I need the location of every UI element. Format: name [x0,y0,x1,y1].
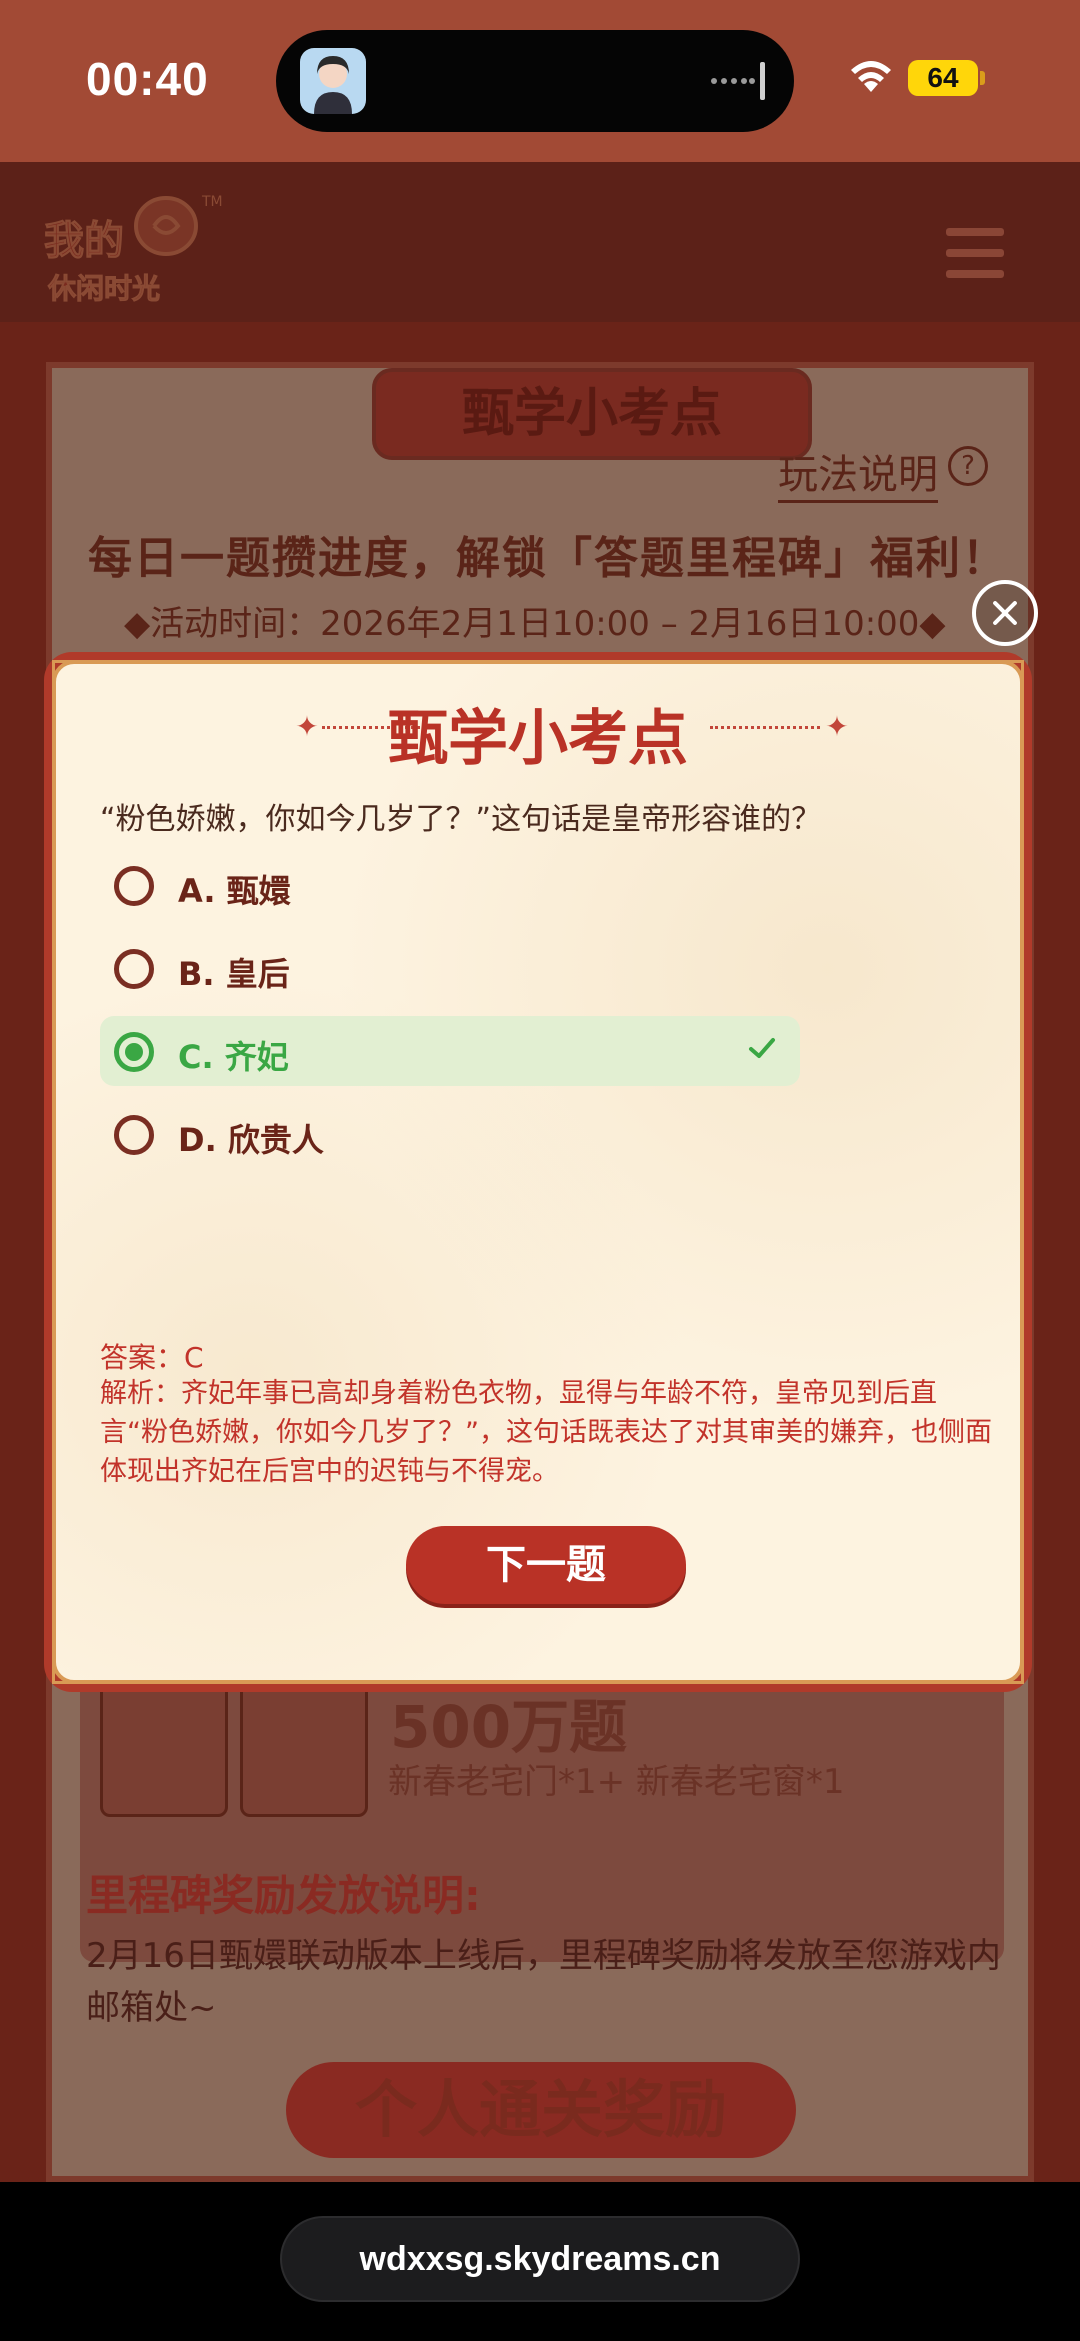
rules-link[interactable]: 玩法说明 [778,442,938,503]
close-icon[interactable] [972,580,1038,646]
quiz-title: 甄学小考点 [388,704,688,774]
activity-time: ◆活动时间：2026年2月1日10:00 – 2月16日10:00◆ [124,604,946,644]
svg-text:休闲时光: 休闲时光 [47,272,160,305]
title-divider [710,726,820,730]
option-b[interactable]: B. 皇后 [100,933,800,1003]
hamburger-menu-icon[interactable] [946,228,1004,278]
snail-logo-icon[interactable]: 我的 休闲时光 TM [36,176,226,310]
battery-cap [980,71,985,85]
option-c[interactable]: C. 齐妃 [100,1016,800,1086]
corner-ornament [52,1644,92,1684]
quiz-answer: 答案：C [100,1341,204,1374]
wifi-icon [851,61,891,92]
battery-indicator: 64 [908,60,978,96]
option-a[interactable]: A. 甄嬛 [100,850,800,920]
avatar-icon [300,48,366,114]
milestone-title: 里程碑奖励发放说明: [86,1871,481,1920]
help-icon[interactable]: ? [948,446,988,486]
option-label: A. 甄嬛 [178,872,291,910]
milestone-text: 2月16日甄嬛联动版本上线后，里程碑奖励将发放至您游戏内邮箱处~ [86,1936,1001,2028]
svg-text:TM: TM [201,194,223,210]
url-bar[interactable]: wdxxsg.skydreams.cn [280,2216,800,2302]
status-bar: 00:40 64 [0,0,1080,162]
section-ribbon: 个人通关奖励 [286,2062,796,2158]
quiz-question: “粉色娇嫩，你如今几岁了？”这句话是皇帝形容谁的？ [100,802,822,837]
next-question-button[interactable]: 下一题 [406,1526,686,1604]
browser-toolbar: wdxxsg.skydreams.cn [0,2182,1080,2341]
quiz-analysis: 解析：齐妃年事已高却身着粉色衣物，显得与年龄不符，皇帝见到后直言“粉色娇嫩，你如… [100,1378,992,1487]
radio-icon [114,866,154,906]
radio-icon [114,1115,154,1155]
radio-icon [114,949,154,989]
title-ornament-icon: ✦ [825,710,849,743]
quiz-modal: ✦ 甄学小考点 ✦ “粉色娇嫩，你如今几岁了？”这句话是皇帝形容谁的？ A. 甄… [44,652,1032,1692]
svg-text:我的: 我的 [44,218,124,264]
page-banner: 甄学小考点 [372,368,812,460]
option-label: B. 皇后 [178,955,290,993]
site-header: 我的 休闲时光 TM [0,162,1080,322]
option-label: C. 齐妃 [178,1038,289,1076]
radio-selected-icon [114,1032,154,1072]
corner-ornament [984,1644,1024,1684]
milestone-count: 500万题 [390,1693,628,1761]
audio-wave-icon [711,62,765,100]
milestone-rewards: 新春老宅门*1+ 新春老宅窗*1 [388,1762,845,1802]
option-d[interactable]: D. 欣贵人 [100,1099,800,1169]
checkmark-icon [749,1038,775,1058]
option-label: D. 欣贵人 [178,1121,324,1159]
dynamic-island [276,30,794,132]
page-headline: 每日一题攒进度，解锁「答题里程碑」福利！ [88,533,1008,584]
status-time: 00:40 [86,53,209,105]
quiz-card: ✦ 甄学小考点 ✦ “粉色娇嫩，你如今几岁了？”这句话是皇帝形容谁的？ A. 甄… [52,660,1024,1684]
